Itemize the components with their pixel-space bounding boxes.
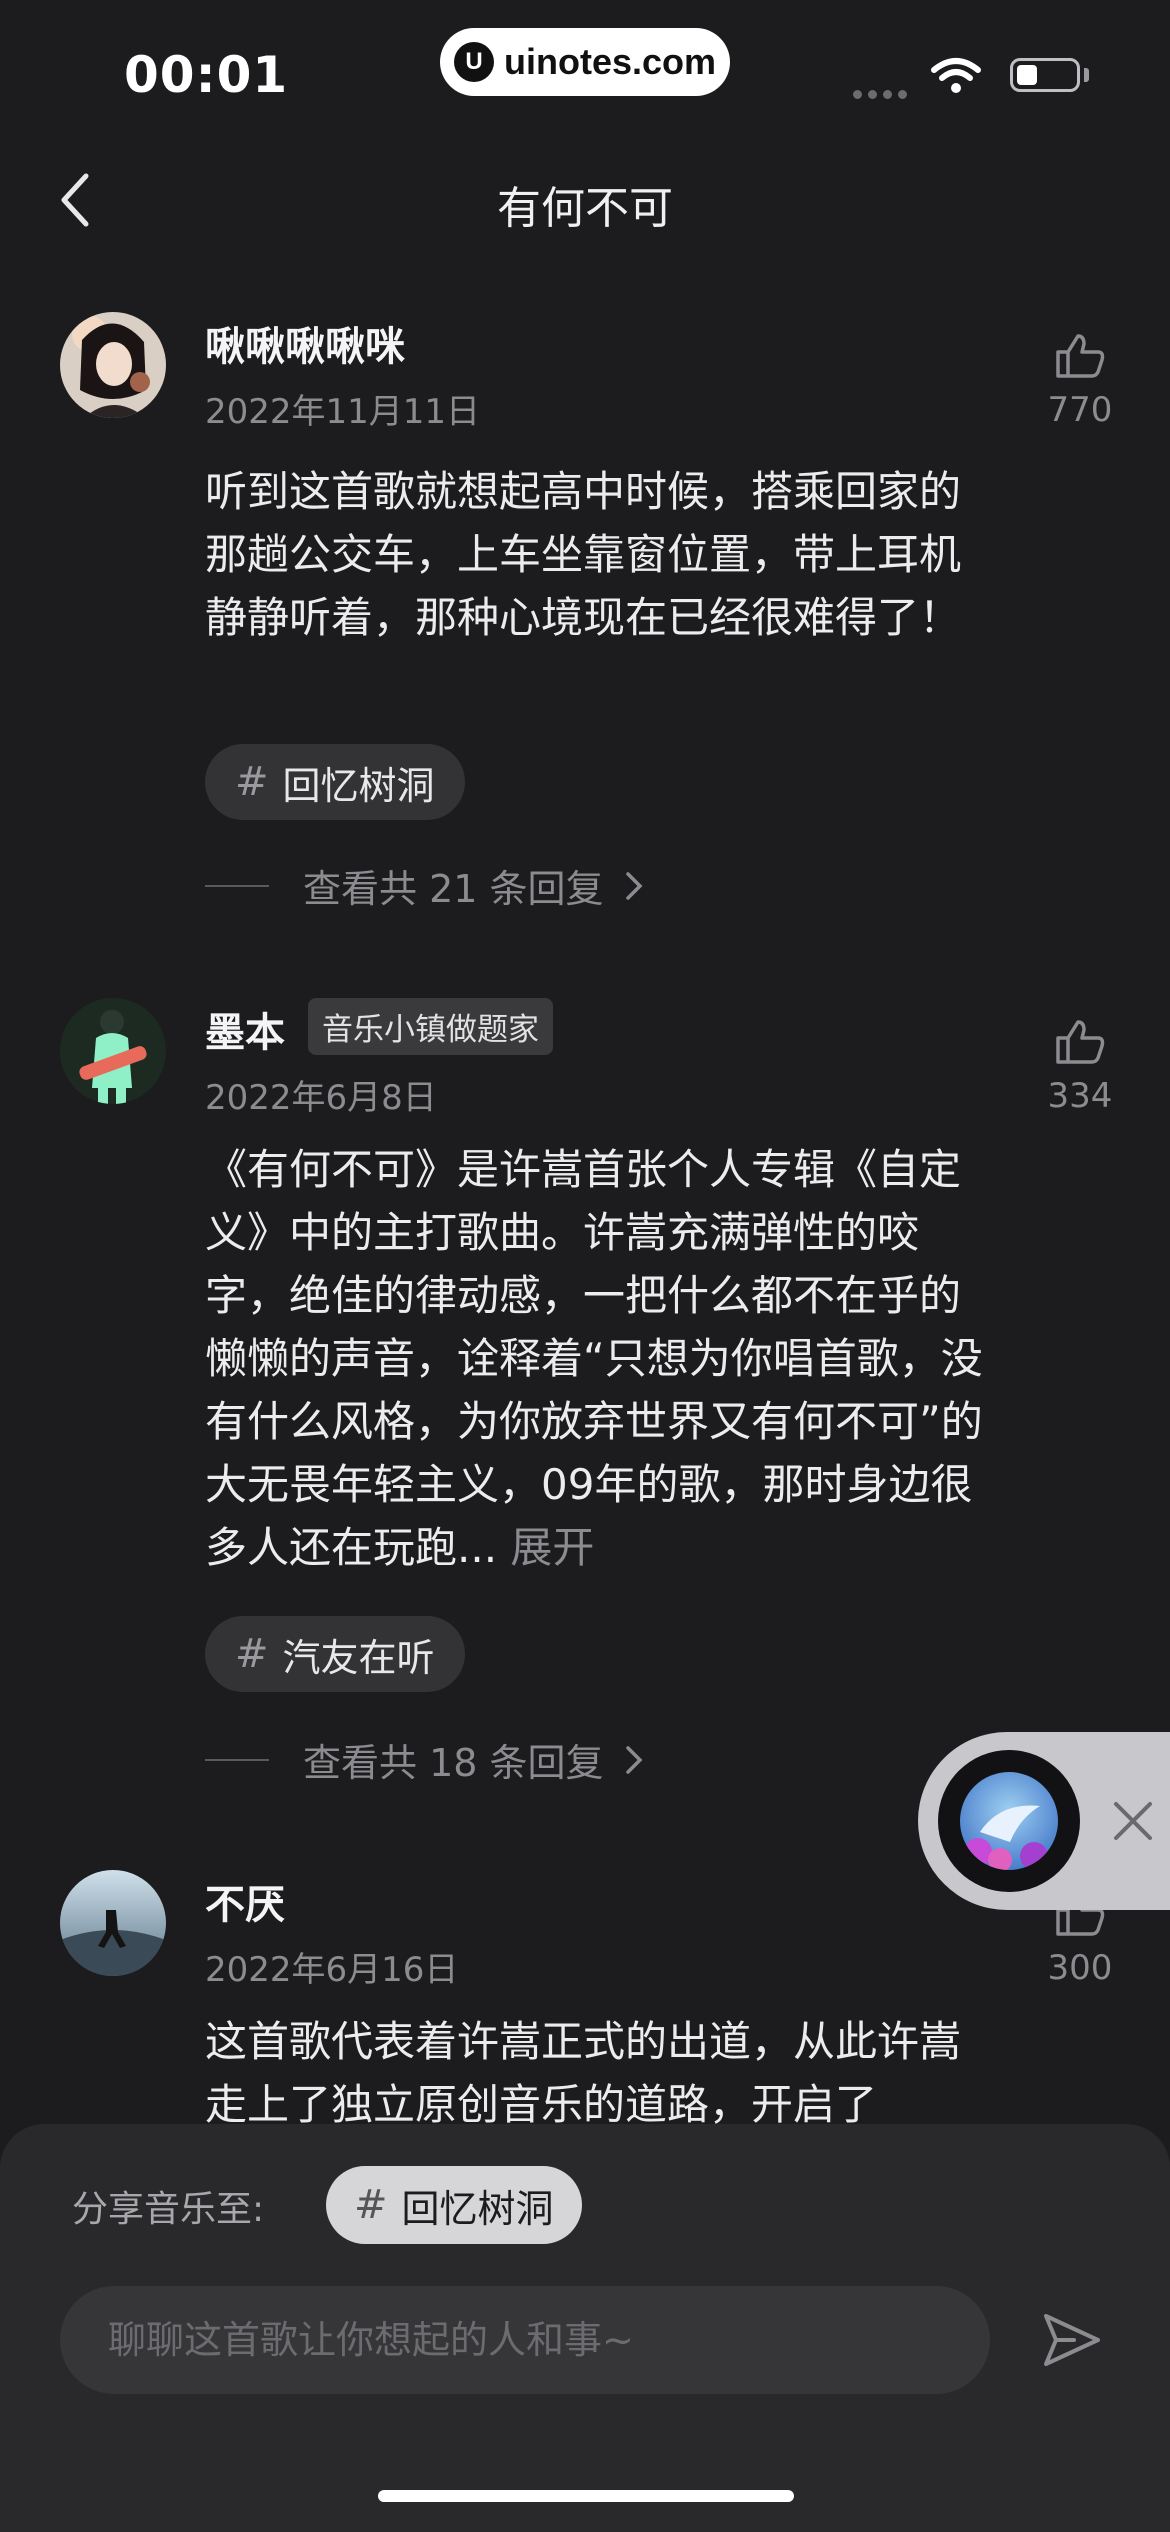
nav-bar: 有何不可 [0, 150, 1170, 250]
floating-mini-player[interactable] [918, 1732, 1170, 1910]
comment-date: 2022年6月8日 [205, 1078, 437, 1118]
topic-tag-chip[interactable]: # 汽友在听 [205, 1616, 465, 1692]
comment-date: 2022年6月16日 [205, 1950, 459, 1990]
like-count: 300 [1047, 1948, 1113, 1988]
battery-icon [1010, 58, 1080, 92]
view-replies-link[interactable]: 查看共 18 条回复 [205, 1732, 644, 1787]
send-icon[interactable] [1040, 2308, 1104, 2372]
home-indicator [378, 2490, 794, 2502]
like-button[interactable]: 334 [1040, 1018, 1120, 1116]
page-title: 有何不可 [497, 183, 673, 234]
hash-icon: # [235, 1631, 269, 1677]
status-bar: 00:01 U uinotes.com [0, 0, 1170, 140]
status-time: 00:01 [124, 46, 289, 104]
comment-input[interactable] [60, 2286, 990, 2394]
hash-icon: # [235, 759, 269, 805]
avatar[interactable] [60, 312, 166, 418]
avatar[interactable] [60, 1870, 166, 1976]
comment-username[interactable]: 墨本 [205, 1000, 285, 1058]
comment-text-body: 《有何不可》是许嵩首张个人专辑《自定义》中的主打歌曲。许嵩充满弹性的咬字，绝佳的… [205, 1145, 983, 1572]
share-label: 分享音乐至: [72, 2189, 265, 2230]
expand-link[interactable]: 展开 [510, 1523, 594, 1572]
compose-panel: 分享音乐至: # 回忆树洞 [0, 2124, 1170, 2532]
cellular-signal-icon [853, 84, 913, 103]
comment-text: 听到这首歌就想起高中时候，搭乘回家的那趟公交车，上车坐靠窗位置，带上耳机静静听着… [205, 467, 962, 642]
view-replies-link[interactable]: 查看共 21 条回复 [205, 858, 644, 913]
share-tag-chip[interactable]: # 回忆树洞 [326, 2166, 582, 2244]
album-disc[interactable] [938, 1750, 1080, 1892]
like-count: 770 [1047, 390, 1113, 430]
thumbs-up-icon [1056, 1020, 1105, 1064]
like-count: 334 [1047, 1076, 1113, 1116]
view-replies-label: 查看共 21 条回复 [303, 867, 604, 911]
thumbs-up-icon [1056, 334, 1105, 378]
divider-line [205, 1758, 269, 1761]
album-art [960, 1772, 1058, 1870]
share-tag-label: 回忆树洞 [401, 2186, 554, 2231]
view-replies-label: 查看共 18 条回复 [303, 1741, 604, 1785]
comment-username[interactable]: 啾啾啾啾咪 [205, 314, 405, 372]
comment-username[interactable]: 不厌 [205, 1872, 285, 1930]
watermark-text: uinotes.com [503, 41, 717, 82]
comment-text: 这首歌代表着许嵩正式的出道，从此许嵩走上了独立原创音乐的道路，开启了 [205, 2017, 962, 2124]
topic-tag-label: 汽友在听 [282, 1635, 435, 1680]
avatar[interactable] [60, 998, 166, 1104]
wifi-icon [931, 58, 981, 93]
topic-tag-label: 回忆树洞 [282, 763, 435, 808]
like-button[interactable]: 770 [1040, 332, 1120, 430]
comment-date: 2022年11月11日 [205, 392, 481, 432]
close-icon[interactable] [1106, 1794, 1160, 1848]
watermark-badge: U uinotes.com [440, 28, 730, 96]
chevron-right-icon [625, 871, 642, 900]
chevron-right-icon [625, 1745, 642, 1774]
divider-line [205, 884, 269, 887]
watermark-logo-icon: U [453, 42, 494, 82]
hash-icon: # [354, 2182, 388, 2228]
topic-tag-chip[interactable]: # 回忆树洞 [205, 744, 465, 820]
battery-tip [1084, 68, 1089, 82]
user-title-badge: 音乐小镇做题家 [308, 998, 553, 1055]
comment-text: 《有何不可》是许嵩首张个人专辑《自定义》中的主打歌曲。许嵩充满弹性的咬字，绝佳的… [205, 1138, 995, 1579]
